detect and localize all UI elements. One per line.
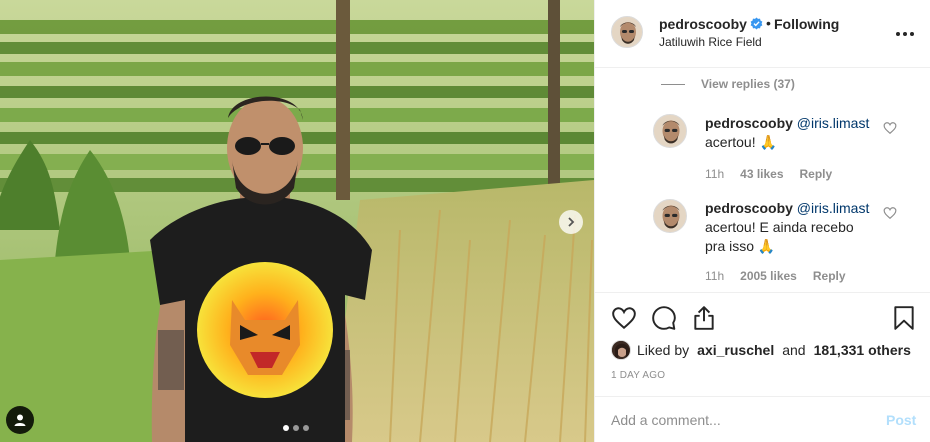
heart-icon[interactable] <box>611 305 637 331</box>
heart-icon[interactable] <box>883 206 897 220</box>
view-replies-button[interactable]: View replies (37) <box>661 77 795 91</box>
view-replies-label: View replies (37) <box>701 77 795 91</box>
avatar-image <box>654 200 686 232</box>
photo-scene <box>0 0 594 442</box>
user-tag-icon <box>14 414 26 426</box>
avatar-image <box>612 341 630 359</box>
replies-divider-line <box>661 83 685 85</box>
post-comment-button[interactable]: Post <box>886 412 916 428</box>
avatar[interactable] <box>611 16 643 48</box>
chevron-right-icon <box>568 217 575 227</box>
avatar-image <box>612 17 642 47</box>
carousel-dot <box>303 425 309 431</box>
post-sidebar: pedroscooby • Following Jatiluwih Rice F… <box>594 0 930 442</box>
reply-time[interactable]: 11h <box>705 167 724 181</box>
reply-likes[interactable]: 2005 likes <box>740 269 797 283</box>
post-timestamp[interactable]: 1 DAY AGO <box>611 370 665 381</box>
reply-mention[interactable]: @iris.limast <box>797 200 870 216</box>
reply-body: pedroscooby @iris.limast acertou! E aind… <box>705 199 875 256</box>
liked-by-conjunction: and <box>782 342 806 358</box>
heart-icon[interactable] <box>883 121 897 135</box>
reply-mention[interactable]: @iris.limast <box>797 115 870 131</box>
reply-avatar[interactable] <box>653 199 687 233</box>
reply-button[interactable]: Reply <box>800 167 833 181</box>
liked-by: Liked by axi_ruschel and 181,331 others <box>611 340 911 360</box>
reply-username[interactable]: pedroscooby <box>705 115 793 131</box>
reply-text: acertou! E ainda recebo pra isso 🙏 <box>705 219 854 254</box>
post-actions: Liked by axi_ruschel and 181,331 others … <box>595 292 930 392</box>
carousel-dot-active <box>283 425 289 431</box>
reply-likes[interactable]: 43 likes <box>740 167 783 181</box>
reply-body: pedroscooby @iris.limast acertou! 🙏 <box>705 114 875 152</box>
reply-avatar[interactable] <box>653 114 687 148</box>
liked-by-avatar[interactable] <box>611 340 631 360</box>
post-header: pedroscooby • Following Jatiluwih Rice F… <box>595 0 930 68</box>
add-comment-form: Post <box>595 396 930 442</box>
comment-icon[interactable] <box>651 305 677 331</box>
post-photo[interactable] <box>0 0 594 442</box>
reply-button[interactable]: Reply <box>813 269 846 283</box>
following-button[interactable]: Following <box>774 16 839 32</box>
comment-reply: pedroscooby @iris.limast acertou! E aind… <box>651 199 930 289</box>
reply-username[interactable]: pedroscooby <box>705 200 793 216</box>
comment-input[interactable] <box>611 409 871 431</box>
more-options-icon[interactable] <box>893 24 917 44</box>
user-tags-button[interactable] <box>6 406 34 434</box>
share-icon[interactable] <box>691 305 717 331</box>
bookmark-icon[interactable] <box>891 305 917 331</box>
post-author-username[interactable]: pedroscooby <box>659 16 747 32</box>
carousel-indicator <box>283 425 309 431</box>
next-photo-button[interactable] <box>559 210 583 234</box>
post-location[interactable]: Jatiluwih Rice Field <box>659 35 762 49</box>
liked-by-prefix: Liked by <box>637 342 690 358</box>
verified-badge-icon <box>750 17 763 30</box>
avatar-image <box>654 115 686 147</box>
liked-by-others[interactable]: 181,331 others <box>814 342 911 358</box>
liked-by-user[interactable]: axi_ruschel <box>697 342 774 358</box>
header-separator: • <box>766 15 771 31</box>
carousel-dot <box>293 425 299 431</box>
reply-time[interactable]: 11h <box>705 269 724 283</box>
reply-text: acertou! 🙏 <box>705 134 777 150</box>
reply-meta: 11h 2005 likes Reply <box>705 269 846 283</box>
comment-reply: pedroscooby @iris.limast acertou! 🙏 11h … <box>651 114 930 184</box>
reply-meta: 11h 43 likes Reply <box>705 167 832 181</box>
